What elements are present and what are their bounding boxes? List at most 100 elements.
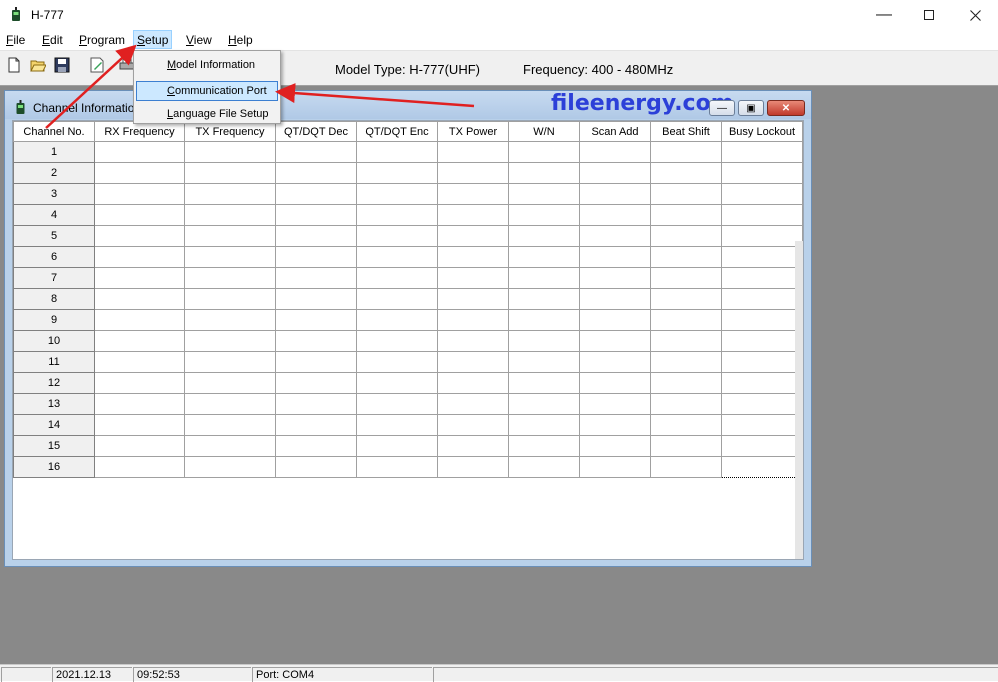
table-cell[interactable] <box>184 204 276 226</box>
table-cell[interactable] <box>437 288 509 310</box>
table-cell[interactable] <box>650 456 722 478</box>
table-cell[interactable] <box>508 435 580 457</box>
table-cell[interactable] <box>356 351 438 373</box>
table-cell[interactable] <box>579 141 651 163</box>
table-cell[interactable] <box>94 288 185 310</box>
col-header-wn[interactable]: W/N <box>508 121 580 142</box>
table-cell[interactable] <box>184 162 276 184</box>
table-cell[interactable] <box>94 225 185 247</box>
table-cell[interactable] <box>356 141 438 163</box>
table-cell[interactable] <box>356 393 438 415</box>
table-cell[interactable] <box>650 267 722 289</box>
table-cell[interactable] <box>721 246 803 268</box>
row-header-channel-no[interactable]: 10 <box>13 330 95 352</box>
table-cell[interactable] <box>356 162 438 184</box>
table-cell[interactable] <box>650 162 722 184</box>
table-cell[interactable] <box>437 267 509 289</box>
table-cell[interactable] <box>721 414 803 436</box>
table-cell[interactable] <box>437 225 509 247</box>
row-header-channel-no[interactable]: 16 <box>13 456 95 478</box>
table-cell[interactable] <box>275 162 357 184</box>
table-cell[interactable] <box>650 330 722 352</box>
table-cell[interactable] <box>508 372 580 394</box>
table-cell[interactable] <box>650 183 722 205</box>
table-cell[interactable] <box>579 351 651 373</box>
table-cell[interactable] <box>508 351 580 373</box>
table-cell[interactable] <box>184 330 276 352</box>
col-header-beat-shift[interactable]: Beat Shift <box>650 121 722 142</box>
table-cell[interactable] <box>579 393 651 415</box>
table-cell[interactable] <box>721 435 803 457</box>
table-cell[interactable] <box>94 393 185 415</box>
table-cell[interactable] <box>184 351 276 373</box>
table-cell[interactable] <box>184 267 276 289</box>
col-header-tx-frequency[interactable]: TX Frequency <box>184 121 276 142</box>
table-cell[interactable] <box>508 309 580 331</box>
table-cell[interactable] <box>650 288 722 310</box>
table-cell[interactable] <box>650 372 722 394</box>
table-cell[interactable] <box>275 456 357 478</box>
table-cell[interactable] <box>437 204 509 226</box>
table-cell[interactable] <box>579 267 651 289</box>
table-cell[interactable] <box>184 414 276 436</box>
col-header-busy-lockout[interactable]: Busy Lockout <box>721 121 803 142</box>
row-header-channel-no[interactable]: 4 <box>13 204 95 226</box>
vertical-scrollbar[interactable] <box>795 241 803 559</box>
table-cell[interactable] <box>437 141 509 163</box>
table-cell[interactable] <box>437 183 509 205</box>
table-cell[interactable] <box>275 141 357 163</box>
table-cell[interactable] <box>579 204 651 226</box>
table-cell[interactable] <box>721 372 803 394</box>
table-cell[interactable] <box>356 225 438 247</box>
table-cell[interactable] <box>94 246 185 268</box>
table-cell[interactable] <box>508 141 580 163</box>
table-cell[interactable] <box>650 309 722 331</box>
table-cell[interactable] <box>275 204 357 226</box>
table-cell[interactable] <box>508 393 580 415</box>
table-cell[interactable] <box>94 162 185 184</box>
table-cell[interactable] <box>579 435 651 457</box>
row-header-channel-no[interactable]: 8 <box>13 288 95 310</box>
table-cell[interactable] <box>721 309 803 331</box>
table-cell[interactable] <box>275 309 357 331</box>
row-header-channel-no[interactable]: 1 <box>13 141 95 163</box>
table-cell[interactable] <box>650 414 722 436</box>
col-header-tx-power[interactable]: TX Power <box>437 121 509 142</box>
table-cell[interactable] <box>356 309 438 331</box>
table-cell[interactable] <box>721 225 803 247</box>
table-cell[interactable] <box>356 246 438 268</box>
table-cell[interactable] <box>275 288 357 310</box>
menuitem-model-information[interactable]: Model Information <box>136 55 278 75</box>
row-header-channel-no[interactable]: 2 <box>13 162 95 184</box>
table-cell[interactable] <box>650 225 722 247</box>
table-cell[interactable] <box>356 435 438 457</box>
table-cell[interactable] <box>508 183 580 205</box>
table-cell[interactable] <box>94 351 185 373</box>
row-header-channel-no[interactable]: 12 <box>13 372 95 394</box>
row-header-channel-no[interactable]: 9 <box>13 309 95 331</box>
table-cell[interactable] <box>721 393 803 415</box>
child-restore-button[interactable]: ▣ <box>738 100 764 116</box>
table-cell[interactable] <box>508 267 580 289</box>
table-cell[interactable] <box>184 456 276 478</box>
table-cell[interactable] <box>579 330 651 352</box>
table-cell[interactable] <box>356 372 438 394</box>
table-cell[interactable] <box>275 267 357 289</box>
row-header-channel-no[interactable]: 14 <box>13 414 95 436</box>
maximize-button[interactable] <box>906 0 952 30</box>
close-button[interactable] <box>952 0 998 30</box>
table-cell[interactable] <box>579 162 651 184</box>
table-cell[interactable] <box>437 309 509 331</box>
table-cell[interactable] <box>437 372 509 394</box>
table-cell[interactable] <box>721 162 803 184</box>
table-cell[interactable] <box>184 372 276 394</box>
row-header-channel-no[interactable]: 15 <box>13 435 95 457</box>
table-cell[interactable] <box>184 288 276 310</box>
table-cell[interactable] <box>356 330 438 352</box>
table-cell[interactable] <box>721 141 803 163</box>
table-cell[interactable] <box>508 246 580 268</box>
table-cell[interactable] <box>437 414 509 436</box>
table-cell[interactable] <box>579 414 651 436</box>
table-cell[interactable] <box>94 183 185 205</box>
table-cell[interactable] <box>356 204 438 226</box>
